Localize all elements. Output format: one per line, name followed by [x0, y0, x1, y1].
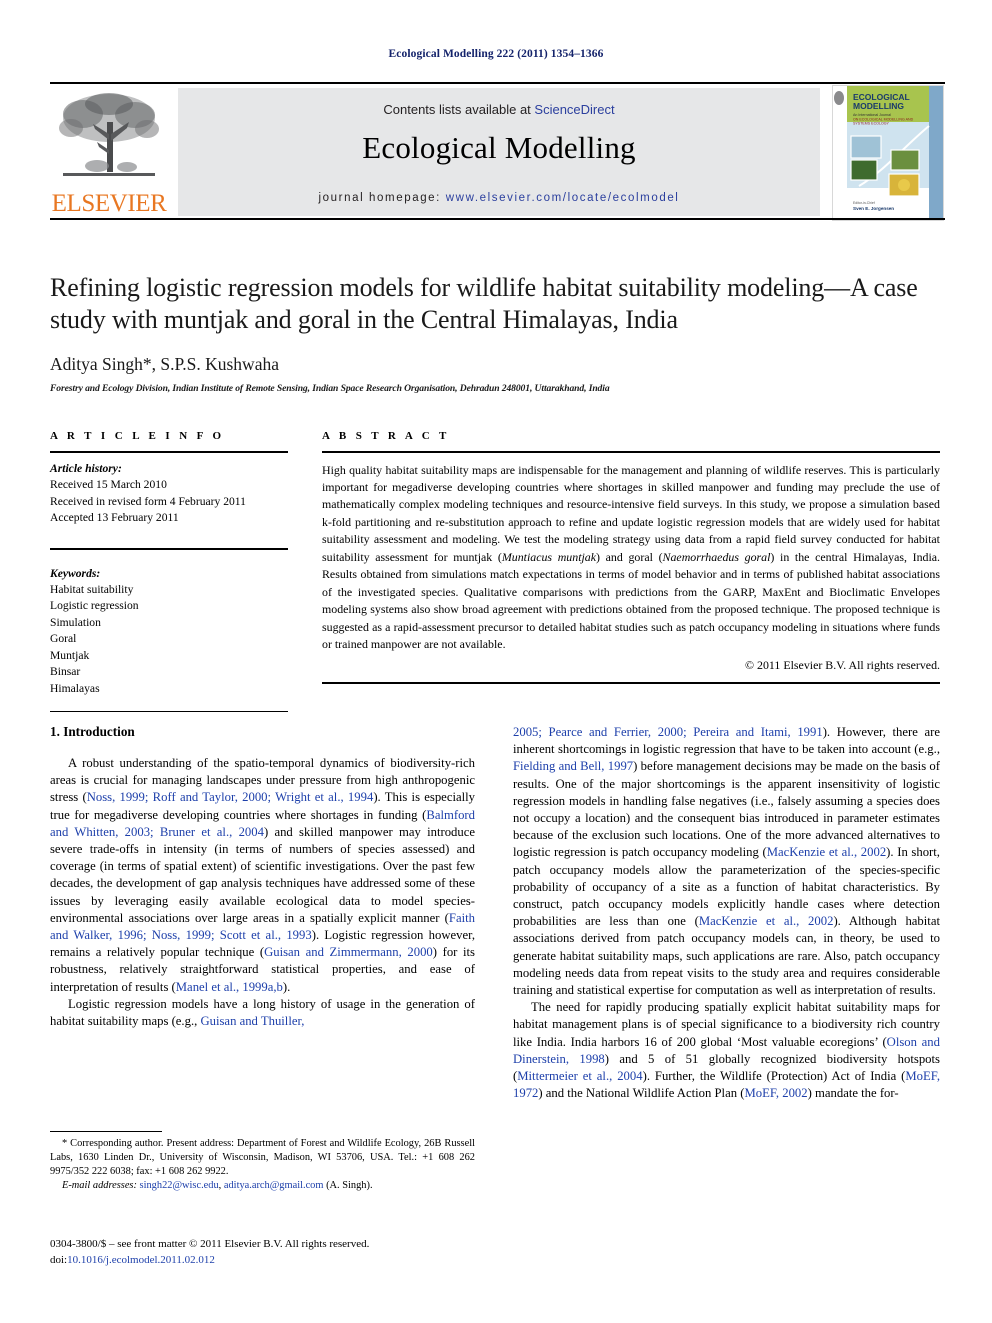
keyword-item: Himalayas [50, 681, 100, 695]
author-list: Aditya Singh*, S.P.S. Kushwaha [50, 354, 279, 375]
keyword-item: Simulation [50, 615, 101, 629]
email-link-1[interactable]: singh22@wisc.edu [140, 1180, 219, 1191]
doi-link[interactable]: 10.1016/j.ecolmodel.2011.02.012 [67, 1254, 215, 1266]
keyword-item: Habitat suitability [50, 582, 134, 596]
species-name-goral: Naemorrhaedus goral [662, 549, 771, 564]
email-label: E-mail addresses: [62, 1179, 137, 1191]
sciencedirect-link[interactable]: ScienceDirect [534, 102, 614, 117]
keyword-item: Binsar [50, 665, 81, 679]
section-heading-introduction: 1. Introduction [50, 724, 135, 739]
svg-text:Editor-in-Chief: Editor-in-Chief [853, 201, 875, 205]
svg-text:An International Journal: An International Journal [853, 113, 891, 117]
intro-text: The need for rapidly producing spatially… [513, 1000, 940, 1049]
abstract-text: High quality habitat suitability maps ar… [322, 462, 940, 654]
abstract-part-3: ) in the central Himalayas, India. Resul… [322, 549, 941, 651]
elsevier-logo: ELSEVIER [50, 88, 168, 218]
abstract-part-2: ) and goral ( [596, 549, 663, 564]
intro-paragraph-1: A robust understanding of the spatio-tem… [50, 755, 475, 996]
journal-homepage-line: journal homepage: www.elsevier.com/locat… [178, 192, 820, 204]
keywords-top-rule [50, 548, 288, 550]
history-item: Accepted 13 February 2011 [50, 510, 179, 524]
article-history: Article history: Received 15 March 2010 … [50, 461, 288, 527]
email-suffix: (A. Singh). [326, 1179, 373, 1191]
article-info-heading: A R T I C L E I N F O [50, 430, 225, 442]
issn-line: 0304-3800/$ – see front matter © 2011 El… [50, 1238, 370, 1250]
article-page: Ecological Modelling 222 (2011) 1354–136… [0, 0, 992, 1323]
body-column-right: 2005; Pearce and Ferrier, 2000; Pereira … [513, 724, 940, 1102]
running-head: Ecological Modelling 222 (2011) 1354–136… [388, 48, 604, 60]
footnote-block: * Corresponding author. Present address:… [50, 1131, 475, 1192]
keywords-bottom-rule [50, 711, 288, 713]
journal-cover-image: ECOLOGICAL MODELLING An International Jo… [833, 86, 943, 220]
intro-paragraph-2: Logistic regression models have a long h… [50, 996, 475, 1030]
intro-text: ). Further, the Wildlife (Protection) Ac… [642, 1069, 906, 1084]
citation-link[interactable]: Noss, 1999; Roff and Taylor, 2000; Wrigh… [87, 790, 374, 804]
masthead-banner: Contents lists available at ScienceDirec… [178, 88, 820, 216]
doi-label: doi: [50, 1253, 68, 1266]
citation-link[interactable]: Fielding and Bell, 1997 [513, 759, 633, 773]
journal-cover-thumbnail: ECOLOGICAL MODELLING An International Jo… [832, 85, 944, 221]
keywords-label: Keywords: [50, 566, 101, 580]
masthead-top-rule [50, 82, 945, 84]
citation-link[interactable]: Guisan and Zimmermann, 2000 [264, 945, 433, 959]
contents-prefix: Contents lists available at [383, 102, 535, 117]
homepage-label: journal homepage: [318, 192, 441, 204]
citation-link[interactable]: MacKenzie et al., 2002 [767, 845, 886, 859]
svg-text:SYSTEMS ECOLOGY: SYSTEMS ECOLOGY [853, 122, 890, 126]
abstract-bottom-rule [322, 682, 940, 684]
elsevier-wordmark: ELSEVIER [51, 190, 167, 217]
intro-paragraph-1-cont: 2005; Pearce and Ferrier, 2000; Pereira … [513, 724, 940, 999]
intro-text: ) and skilled manpower may introduce sev… [50, 824, 476, 925]
body-column-left: 1. Introduction A robust understanding o… [50, 724, 475, 1030]
abstract-heading: A B S T R A C T [322, 430, 450, 442]
keywords-block: Keywords: Habitat suitability Logistic r… [50, 566, 288, 698]
article-info-column: A R T I C L E I N F O Article history: R… [50, 430, 288, 713]
abstract-top-rule [322, 451, 940, 453]
citation-link[interactable]: Guisan and Thuiller, [200, 1014, 304, 1028]
species-name-muntjak: Muntiacus muntjak [501, 549, 597, 564]
intro-text: ) and the National Wildlife Action Plan … [538, 1086, 745, 1101]
journal-title: Ecological Modelling [362, 130, 636, 165]
imprint-block: 0304-3800/$ – see front matter © 2011 El… [50, 1237, 480, 1268]
corresponding-author-note: * Corresponding author. Present address:… [50, 1138, 475, 1177]
history-item: Received in revised form 4 February 2011 [50, 494, 246, 508]
intro-text: ) mandate the for- [807, 1086, 899, 1101]
citation-link[interactable]: Mittermeier et al., 2004 [517, 1069, 642, 1083]
title-block: Refining logistic regression models for … [50, 272, 940, 394]
journal-masthead: ELSEVIER Contents lists available at Sci… [50, 82, 945, 221]
history-item: Received 15 March 2010 [50, 478, 167, 492]
svg-text:Sven E. Jorgensen: Sven E. Jorgensen [853, 206, 894, 211]
citation-link[interactable]: Manel et al., 1999a,b [176, 980, 283, 994]
elsevier-tree-icon [57, 88, 161, 188]
doi-line: doi:10.1016/j.ecolmodel.2011.02.012 [50, 1253, 480, 1269]
journal-homepage-link[interactable]: www.elsevier.com/locate/ecolmodel [446, 192, 680, 204]
citation-link[interactable]: 2005; Pearce and Ferrier, 2000; Pereira … [513, 725, 823, 739]
keyword-item: Goral [50, 632, 77, 646]
email-note: E-mail addresses: singh22@wisc.edu, adit… [62, 1179, 373, 1191]
keyword-item: Muntjak [50, 648, 90, 662]
abstract-copyright: © 2011 Elsevier B.V. All rights reserved… [745, 658, 940, 673]
footnote-rule [50, 1131, 162, 1133]
abstract-column: A B S T R A C T High quality habitat sui… [322, 430, 940, 684]
intro-paragraph-3: The need for rapidly producing spatially… [513, 999, 940, 1102]
abstract-part-1: High quality habitat suitability maps ar… [322, 462, 940, 564]
affiliation: Forestry and Ecology Division, Indian In… [50, 383, 610, 395]
email-link-2[interactable]: aditya.arch@gmail.com [224, 1180, 324, 1191]
article-history-label: Article history: [50, 461, 122, 475]
citation-link[interactable]: MacKenzie et al., 2002 [699, 914, 834, 928]
keyword-item: Logistic regression [50, 599, 139, 613]
contents-available-line: Contents lists available at ScienceDirec… [178, 102, 820, 117]
svg-text:MODELLING: MODELLING [853, 101, 904, 111]
masthead-bottom-rule [50, 218, 945, 220]
intro-text: ). [282, 979, 291, 994]
article-info-rule [50, 451, 288, 453]
citation-link[interactable]: MoEF, 2002 [744, 1086, 807, 1100]
page-title: Refining logistic regression models for … [50, 273, 918, 335]
